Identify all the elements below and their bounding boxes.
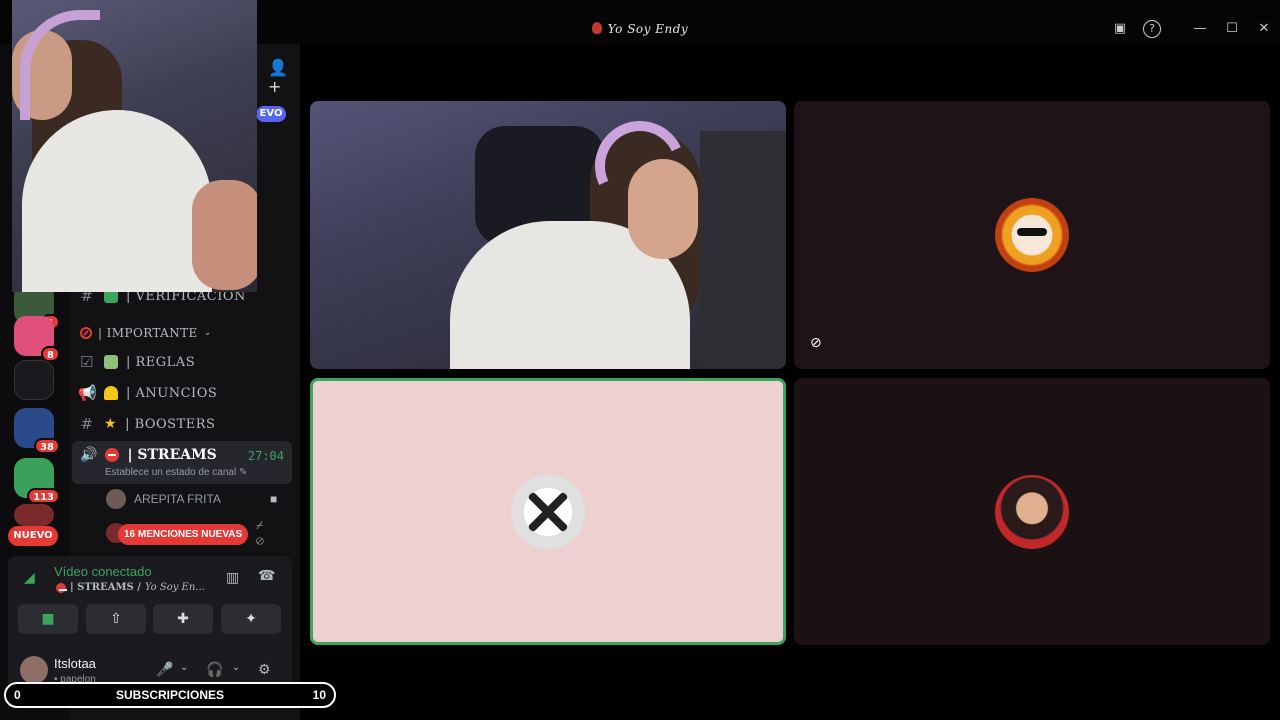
inbox-icon[interactable]: ▣ xyxy=(1111,20,1129,38)
server-icon[interactable] xyxy=(14,504,54,526)
help-icon[interactable]: ? xyxy=(1143,20,1161,38)
server-folder-icon[interactable]: 38 xyxy=(14,408,60,454)
video-tile-participant[interactable] xyxy=(794,378,1270,645)
camera-button[interactable]: ■ xyxy=(18,604,78,634)
headphones-icon[interactable]: 🎧 xyxy=(206,662,223,678)
chevron-down-icon: ⌄ xyxy=(203,328,212,338)
goal-label: SUBSCRIPCIONES xyxy=(115,688,225,702)
screen-share-button[interactable]: ⇧ xyxy=(86,604,146,634)
new-mentions-pill[interactable]: 16 MENCIONES NUEVAS xyxy=(118,524,249,545)
webcam-overlay xyxy=(12,0,257,292)
server-icon[interactable]: 8 xyxy=(14,316,60,362)
camera-icon: ■ xyxy=(270,492,278,506)
call-timer: 27:04 xyxy=(247,449,284,463)
no-entry-icon xyxy=(105,448,120,462)
unread-badge: 113 xyxy=(27,488,60,504)
megaphone-icon: 📢 xyxy=(78,384,98,402)
maximize-button[interactable]: ☐ xyxy=(1223,20,1241,38)
unread-badge: 38 xyxy=(34,438,60,454)
avatar[interactable] xyxy=(20,656,48,684)
goal-target: 10 xyxy=(312,688,326,702)
no-entry-icon xyxy=(80,327,92,339)
avatar xyxy=(995,474,1069,549)
subscriptions-goal-bar: 0 SUBSCRIPCIONES 10 xyxy=(4,682,336,708)
video-tile-speaking[interactable] xyxy=(310,378,786,645)
chevron-down-icon[interactable]: ⌄ xyxy=(232,662,240,673)
noise-suppression-icon[interactable]: ▥ xyxy=(226,570,239,586)
soundboard-button[interactable]: ✦ xyxy=(221,604,281,634)
activities-button[interactable]: ✚ xyxy=(153,604,213,634)
signal-icon[interactable]: ◢ xyxy=(24,570,35,586)
server-folder-icon[interactable]: 113 xyxy=(14,458,60,504)
avatar xyxy=(995,198,1069,272)
gear-icon[interactable]: ⚙ xyxy=(258,662,271,678)
video-tile-participant[interactable]: ⊘ xyxy=(794,101,1270,369)
category-importante[interactable]: | IMPORTANTE ⌄ xyxy=(80,326,212,340)
book-emoji-icon xyxy=(104,355,118,369)
microphone-icon[interactable]: 🎤 xyxy=(156,662,173,678)
new-servers-pill[interactable]: NUEVO xyxy=(8,526,58,546)
server-logo-icon xyxy=(591,22,602,34)
camera-off-icon: ⊘ xyxy=(810,335,822,351)
video-tile-camera[interactable] xyxy=(310,101,786,369)
rules-icon: ☑ xyxy=(80,353,94,371)
no-entry-icon xyxy=(56,582,67,593)
bell-emoji-icon xyxy=(104,386,118,400)
muted-icons: ⌿ ⊘ xyxy=(256,518,264,547)
voice-speaker-icon: 🔊 xyxy=(80,447,98,463)
channel-boosters[interactable]: # ★ | BOOSTERS xyxy=(78,411,215,437)
channel-reglas[interactable]: ☑ | REGLAS xyxy=(78,349,195,375)
avatar xyxy=(106,489,126,509)
avatar xyxy=(511,474,585,549)
chevron-down-icon[interactable]: ⌄ xyxy=(180,662,188,673)
new-tag: EVO xyxy=(256,106,286,122)
channel-anuncios[interactable]: 📢 | ANUNCIOS xyxy=(78,380,217,406)
channel-status-placeholder[interactable]: Establece un estado de canal ✎ xyxy=(105,467,247,478)
minimize-button[interactable]: — xyxy=(1191,20,1209,38)
voice-connected-panel: ◢ Vídeo conectado | STREAMS / Yo Soy En.… xyxy=(8,556,292,648)
hash-icon: # xyxy=(80,415,94,433)
voice-member[interactable]: AREPITA FRITA ■ xyxy=(106,488,277,510)
pencil-icon: ✎ xyxy=(239,467,248,478)
star-emoji-icon: ★ xyxy=(104,416,118,432)
username[interactable]: Itslotaa xyxy=(54,656,96,671)
add-member-icon[interactable]: 👤+ xyxy=(268,58,290,96)
disconnect-icon[interactable]: ☎ xyxy=(258,568,275,584)
close-button[interactable]: ✕ xyxy=(1255,20,1273,38)
channel-streams-active[interactable]: 🔊 | STREAMS 27:04 Establece un estado de… xyxy=(72,441,292,484)
server-icon[interactable] xyxy=(14,360,54,400)
voice-channel-subtitle[interactable]: | STREAMS / Yo Soy En... xyxy=(56,582,205,593)
headset-graphic xyxy=(20,10,100,120)
voice-status-title[interactable]: Vídeo conectado xyxy=(54,564,152,579)
